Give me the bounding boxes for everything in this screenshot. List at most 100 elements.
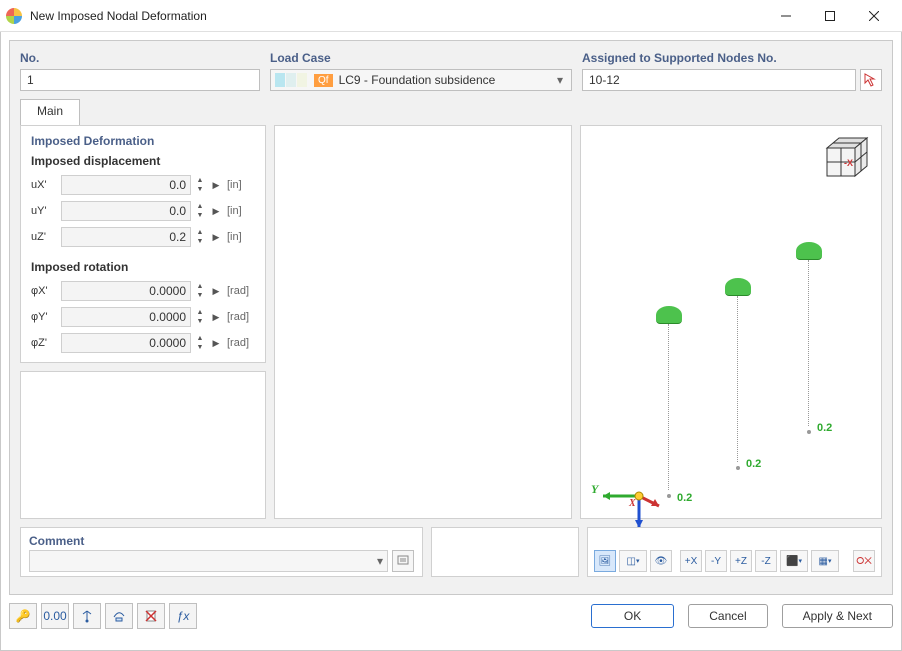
view-axis-select[interactable]: ⬛ ▾	[780, 550, 808, 572]
node-value-2: 0.2	[746, 458, 761, 470]
view-reset-button[interactable]: ⭘✕	[853, 550, 875, 572]
view-extra-select[interactable]: ◫ ▾	[619, 550, 647, 572]
node-support-3	[796, 242, 822, 260]
node-support-1	[656, 306, 682, 324]
loadcase-badge: Qf	[314, 74, 333, 87]
phz-spin-down[interactable]: ▼	[195, 343, 205, 352]
spare-panel	[431, 527, 579, 577]
view-cube[interactable]: -X	[819, 134, 871, 186]
view-more-select[interactable]: ▦ ▾	[811, 550, 839, 572]
phx-input[interactable]: 0.0000	[61, 281, 191, 301]
view-zm-button[interactable]: -Z	[755, 550, 777, 572]
phy-label: φY'	[31, 311, 57, 323]
phy-spin-down[interactable]: ▼	[195, 317, 205, 326]
view-ym-button[interactable]: -Y	[705, 550, 727, 572]
phx-arrow-button[interactable]: ▶	[209, 281, 223, 301]
node-line-1	[668, 324, 669, 490]
uz-label: uZ'	[31, 231, 57, 243]
node-value-3: 0.2	[817, 422, 832, 434]
loadcase-value: LC9 - Foundation subsidence	[339, 73, 553, 87]
node-3	[807, 430, 811, 434]
ux-input[interactable]: 0.0	[61, 175, 191, 195]
no-label: No.	[20, 51, 260, 65]
phy-input[interactable]: 0.0000	[61, 307, 191, 327]
uz-spin-up[interactable]: ▲	[195, 228, 205, 237]
loadcase-swatch	[275, 73, 308, 87]
uy-unit: [in]	[227, 205, 255, 217]
extra-panel	[20, 371, 266, 519]
view-perspective-button[interactable]: 👁	[650, 550, 672, 572]
uy-row: uY' 0.0 ▲▼ ▶ [in]	[31, 198, 255, 224]
phy-arrow-button[interactable]: ▶	[209, 307, 223, 327]
tool-key-button[interactable]: 🔑	[9, 603, 37, 629]
cancel-button[interactable]: Cancel	[688, 604, 767, 628]
uy-arrow-button[interactable]: ▶	[209, 201, 223, 221]
view-zp-button[interactable]: +Z	[730, 550, 752, 572]
no-input[interactable]: 1	[20, 69, 260, 91]
uz-arrow-button[interactable]: ▶	[209, 227, 223, 247]
node-line-3	[808, 260, 809, 426]
tool-units-button[interactable]: 0.00	[41, 603, 69, 629]
comment-label: Comment	[29, 534, 414, 548]
minimize-button[interactable]	[764, 1, 808, 31]
axis-x-label: X	[629, 498, 636, 509]
phz-label: φZ'	[31, 337, 57, 349]
svg-text:-X: -X	[844, 158, 853, 168]
tool-formula-button[interactable]: ƒx	[169, 603, 197, 629]
uy-label: uY'	[31, 205, 57, 217]
ux-spin-up[interactable]: ▲	[195, 176, 205, 185]
uz-row: uZ' 0.2 ▲▼ ▶ [in]	[31, 224, 255, 250]
tool-a-button[interactable]	[73, 603, 101, 629]
tab-main[interactable]: Main	[20, 99, 80, 125]
pick-nodes-button[interactable]	[860, 69, 882, 91]
ux-label: uX'	[31, 179, 57, 191]
uy-spin-down[interactable]: ▼	[195, 211, 205, 220]
axis-y-label: Y	[591, 482, 598, 497]
phz-row: φZ' 0.0000 ▲▼ ▶ [rad]	[31, 330, 255, 356]
chevron-down-icon: ▾	[377, 554, 383, 568]
node-value-1: 0.2	[677, 492, 692, 504]
uy-input[interactable]: 0.0	[61, 201, 191, 221]
tool-delete-button[interactable]	[137, 603, 165, 629]
phz-arrow-button[interactable]: ▶	[209, 333, 223, 353]
phz-unit: [rad]	[227, 337, 255, 349]
group-deformation-title: Imposed Deformation	[31, 134, 255, 148]
ux-row: uX' 0.0 ▲▼ ▶ [in]	[31, 172, 255, 198]
chevron-down-icon: ▾	[553, 73, 567, 87]
mid-preview-panel	[274, 125, 572, 519]
node-support-2	[725, 278, 751, 296]
ux-spin-down[interactable]: ▼	[195, 185, 205, 194]
comment-pick-button[interactable]	[392, 550, 414, 572]
uz-spin-down[interactable]: ▼	[195, 237, 205, 246]
close-button[interactable]	[852, 1, 896, 31]
phz-spin-up[interactable]: ▲	[195, 334, 205, 343]
rotation-label: Imposed rotation	[31, 260, 255, 274]
assigned-input[interactable]: 10-12	[582, 69, 856, 91]
phx-spin-up[interactable]: ▲	[195, 282, 205, 291]
maximize-button[interactable]	[808, 1, 852, 31]
ux-arrow-button[interactable]: ▶	[209, 175, 223, 195]
phz-input[interactable]: 0.0000	[61, 333, 191, 353]
phy-unit: [rad]	[227, 311, 255, 323]
assigned-label: Assigned to Supported Nodes No.	[582, 51, 882, 65]
node-line-2	[737, 296, 738, 462]
preview-viewport[interactable]: -X 0.2 0.2 0.2	[580, 125, 882, 519]
tool-restore-button[interactable]	[105, 603, 133, 629]
ok-button[interactable]: OK	[591, 604, 674, 628]
phx-spin-down[interactable]: ▼	[195, 291, 205, 300]
view-mode-button[interactable]: 🖼	[594, 550, 616, 572]
loadcase-select[interactable]: Qf LC9 - Foundation subsidence ▾	[270, 69, 572, 91]
window-title: New Imposed Nodal Deformation	[30, 9, 764, 23]
loadcase-label: Load Case	[270, 51, 572, 65]
phx-row: φX' 0.0000 ▲▼ ▶ [rad]	[31, 278, 255, 304]
comment-input[interactable]: ▾	[29, 550, 388, 572]
view-xp-button[interactable]: +X	[680, 550, 702, 572]
apply-next-button[interactable]: Apply & Next	[782, 604, 893, 628]
uz-unit: [in]	[227, 231, 255, 243]
uz-input[interactable]: 0.2	[61, 227, 191, 247]
app-icon	[6, 8, 22, 24]
phx-label: φX'	[31, 285, 57, 297]
viewport-row: 🖼 ◫ ▾ 👁 +X -Y +Z -Z ⬛ ▾ ▦ ▾ ⭘✕	[587, 527, 882, 577]
uy-spin-up[interactable]: ▲	[195, 202, 205, 211]
phy-spin-up[interactable]: ▲	[195, 308, 205, 317]
